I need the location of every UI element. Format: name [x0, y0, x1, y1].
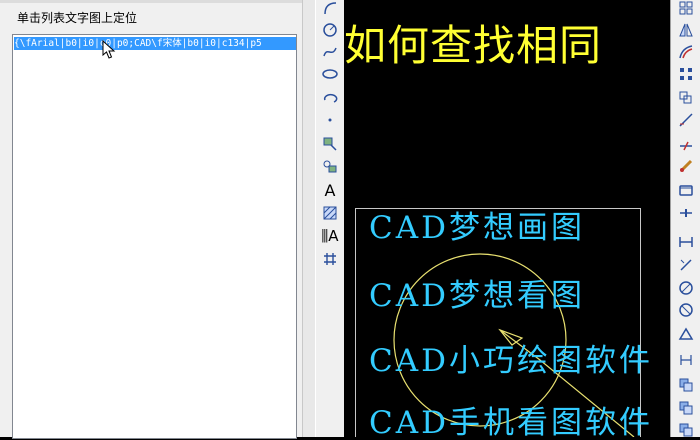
offset-icon[interactable]	[676, 42, 696, 62]
panel-top-strip	[0, 0, 314, 3]
panel-scroll-edge	[302, 0, 315, 437]
rotate-icon[interactable]	[676, 110, 696, 130]
draw-toolbar: A ⫼A	[315, 0, 345, 437]
join-icon[interactable]	[676, 255, 696, 275]
radius-dimension-icon[interactable]	[676, 420, 696, 440]
hatch-icon[interactable]	[320, 203, 340, 223]
drawing-canvas[interactable]: 如何查找相同 CAD梦想画图 CAD梦想看图 CAD小巧绘图软件 CAD手机看图…	[344, 0, 670, 437]
list-item[interactable]: {\fArial|b0|i0|c0|p0;CAD\f宋体|b0|i0|c134|…	[14, 37, 296, 50]
trim-icon[interactable]	[676, 180, 696, 200]
mouse-cursor-icon	[102, 40, 116, 59]
mirror-icon[interactable]	[676, 20, 696, 40]
arc-icon[interactable]	[320, 0, 340, 18]
circle-icon[interactable]	[320, 20, 340, 40]
array-icon[interactable]	[676, 64, 696, 84]
copy-icon[interactable]	[676, 0, 696, 18]
block-make-icon[interactable]	[320, 156, 340, 176]
move-icon[interactable]	[676, 88, 696, 108]
cad-text-3: CAD小巧绘图软件	[369, 343, 653, 379]
cad-text-1: CAD梦想画图	[369, 210, 585, 246]
chamfer-icon[interactable]	[676, 278, 696, 298]
text-icon[interactable]: A	[320, 180, 340, 200]
table-icon[interactable]	[320, 249, 340, 269]
fillet-icon[interactable]	[676, 300, 696, 320]
block-insert-icon[interactable]	[320, 134, 340, 154]
break-icon[interactable]	[676, 232, 696, 252]
ellipse-arc-icon[interactable]	[320, 88, 340, 108]
explode-icon[interactable]	[676, 323, 696, 343]
extend-icon[interactable]	[676, 203, 696, 223]
stretch-icon[interactable]	[676, 156, 696, 176]
ellipse-icon[interactable]	[320, 64, 340, 84]
panel-label: 单击列表文字图上定位	[17, 11, 138, 25]
multiline-text-icon[interactable]: ⫼A	[320, 226, 340, 246]
scale-icon[interactable]	[676, 134, 696, 154]
aligned-dimension-icon[interactable]	[676, 375, 696, 395]
text-search-panel: 单击列表文字图上定位 {\fArial|b0|i0|c0|p0;CAD\f宋体|…	[0, 0, 315, 439]
linear-dimension-icon[interactable]	[676, 350, 696, 370]
text-listbox[interactable]: {\fArial|b0|i0|c0|p0;CAD\f宋体|b0|i0|c134|…	[12, 34, 297, 439]
arc-dimension-icon[interactable]	[676, 398, 696, 418]
cad-text-4: CAD手机看图软件	[369, 405, 653, 437]
cad-text-2: CAD梦想看图	[369, 278, 585, 314]
spline-icon[interactable]	[320, 42, 340, 62]
point-icon[interactable]	[320, 110, 340, 130]
modify-toolbar	[670, 0, 700, 437]
